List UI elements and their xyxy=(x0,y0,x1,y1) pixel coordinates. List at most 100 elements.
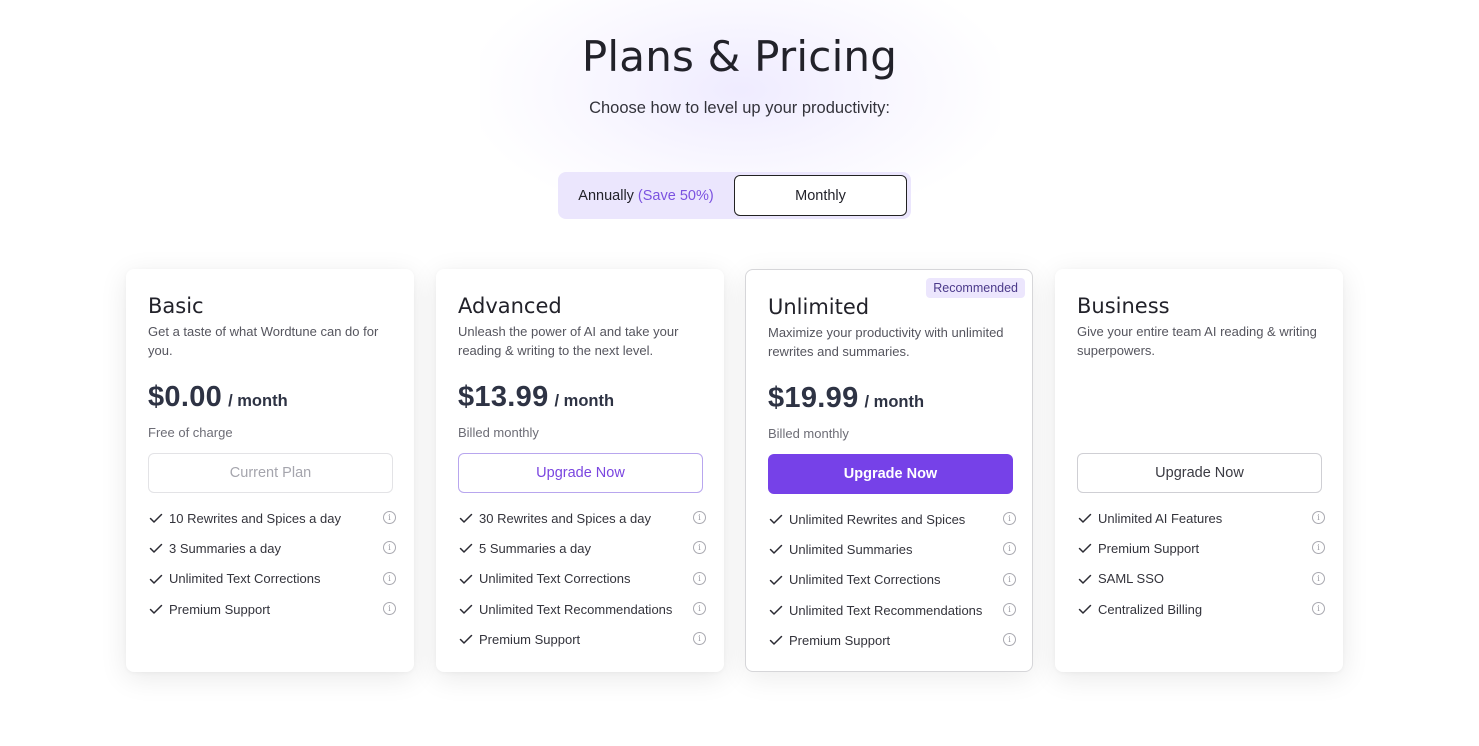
feature-list: Unlimited AI Features i Premium Support i SA… xyxy=(1077,503,1325,624)
info-icon[interactable]: i xyxy=(383,571,396,585)
billing-note: Free of charge xyxy=(148,425,233,440)
info-icon[interactable]: i xyxy=(383,511,396,524)
feature-label: Premium Support xyxy=(1098,540,1200,556)
feature-label: 5 Summaries a day xyxy=(479,540,591,556)
feature-label: Unlimited AI Features xyxy=(1098,510,1223,526)
price-period: / month xyxy=(554,392,615,410)
page-subtitle: Choose how to level up your productivity… xyxy=(589,99,890,117)
billing-note: Billed monthly xyxy=(458,425,539,440)
check-icon xyxy=(459,544,473,554)
price-row: $13.99 / month xyxy=(458,381,614,414)
info-icon[interactable]: i xyxy=(693,541,706,555)
info-icon[interactable]: i xyxy=(1312,571,1325,585)
info-icon[interactable]: i xyxy=(693,632,706,646)
info-icon[interactable]: i xyxy=(1003,572,1016,586)
check-icon xyxy=(149,544,163,554)
info-icon[interactable]: i xyxy=(383,601,396,615)
feature-list: 30 Rewrites and Spices a day i 5 Summaries… xyxy=(458,503,706,654)
feature-label: Unlimited Text Recommendations xyxy=(789,602,983,618)
feature-label: 3 Summaries a day xyxy=(169,540,281,556)
plan-price: $0.00 xyxy=(148,381,223,413)
upgrade-unlimited-button[interactable]: Upgrade Now xyxy=(768,454,1013,494)
feature-item: 3 Summaries a day i xyxy=(148,533,396,563)
info-icon[interactable]: i xyxy=(1003,602,1016,616)
plan-name: Unlimited xyxy=(768,295,870,319)
feature-item: Unlimited AI Features i xyxy=(1077,503,1325,533)
feature-item: Unlimited Text Corrections i xyxy=(768,565,1016,595)
info-icon[interactable]: i xyxy=(1312,511,1325,524)
feature-label: Unlimited Summaries xyxy=(789,541,913,557)
billing-note: Billed monthly xyxy=(768,426,849,441)
check-icon xyxy=(769,605,783,615)
info-icon[interactable]: i xyxy=(693,601,706,615)
plan-description: Maximize your productivity with unlimite… xyxy=(768,325,1004,359)
feature-item: Unlimited Text Corrections i xyxy=(148,564,396,594)
page-title: Plans & Pricing xyxy=(581,32,898,81)
price-period: / month xyxy=(864,393,925,411)
plan-name: Advanced xyxy=(458,294,562,318)
check-icon xyxy=(459,574,473,584)
feature-label: Premium Support xyxy=(169,601,271,617)
check-icon xyxy=(1078,544,1092,554)
check-icon xyxy=(459,604,473,614)
feature-item: Premium Support i xyxy=(768,625,1016,655)
feature-item: Premium Support i xyxy=(1077,533,1325,563)
toggle-monthly[interactable]: Monthly xyxy=(734,175,907,216)
plan-name: Business xyxy=(1077,294,1170,318)
feature-label: 10 Rewrites and Spices a day xyxy=(169,510,341,526)
plan-price: $19.99 xyxy=(768,382,859,414)
feature-item: SAML SSO i xyxy=(1077,564,1325,594)
plan-description: Unleash the power of AI and take your re… xyxy=(458,324,679,358)
feature-label: Unlimited Rewrites and Spices xyxy=(789,511,966,527)
info-icon[interactable]: i xyxy=(1003,633,1016,647)
feature-list: 10 Rewrites and Spices a day i 3 Summaries… xyxy=(148,503,396,624)
plan-name: Basic xyxy=(148,294,204,318)
toggle-annually[interactable]: Annually (Save 50%) xyxy=(558,172,734,219)
feature-item: 10 Rewrites and Spices a day i xyxy=(148,503,396,533)
plan-price: $13.99 xyxy=(458,381,549,413)
feature-item: Unlimited Text Recommendations i xyxy=(458,594,706,624)
check-icon xyxy=(769,575,783,585)
check-icon xyxy=(769,636,783,646)
price-row: $19.99 / month xyxy=(768,382,924,415)
feature-item: Premium Support i xyxy=(458,624,706,654)
feature-label: Unlimited Text Corrections xyxy=(169,571,321,587)
check-icon xyxy=(149,513,163,523)
info-icon[interactable]: i xyxy=(1003,542,1016,556)
plan-description: Get a taste of what Wordtune can do for … xyxy=(148,324,379,358)
monthly-label: Monthly xyxy=(795,187,846,204)
check-icon xyxy=(769,514,783,524)
annual-savings-label: (Save 50%) xyxy=(637,187,714,204)
feature-item: Centralized Billing i xyxy=(1077,594,1325,624)
current-plan-button[interactable]: Current Plan xyxy=(148,453,393,493)
check-icon xyxy=(149,604,163,614)
info-icon[interactable]: i xyxy=(1312,541,1325,555)
recommended-badge: Recommended xyxy=(926,278,1025,298)
annually-label: Annually xyxy=(578,187,634,204)
feature-item: Unlimited Summaries i xyxy=(768,534,1016,564)
info-icon[interactable]: i xyxy=(693,511,706,524)
feature-label: Premium Support xyxy=(789,632,891,648)
price-row: $0.00 / month xyxy=(148,381,288,414)
plan-description: Give your entire team AI reading & writi… xyxy=(1077,324,1317,358)
check-icon xyxy=(1078,574,1092,584)
check-icon xyxy=(149,574,163,584)
upgrade-business-button[interactable]: Upgrade Now xyxy=(1077,453,1322,493)
feature-list: Unlimited Rewrites and Spices i Unlimited … xyxy=(768,504,1016,655)
plan-card-unlimited: Recommended Unlimited Maximize your prod… xyxy=(745,269,1033,672)
feature-label: 30 Rewrites and Spices a day xyxy=(479,510,651,526)
feature-label: Centralized Billing xyxy=(1098,601,1203,617)
info-icon[interactable]: i xyxy=(1003,512,1016,525)
check-icon xyxy=(459,513,473,523)
billing-period-toggle: Annually (Save 50%) Monthly xyxy=(558,172,911,219)
upgrade-advanced-button[interactable]: Upgrade Now xyxy=(458,453,703,493)
feature-label: Unlimited Text Recommendations xyxy=(479,601,673,617)
info-icon[interactable]: i xyxy=(1312,601,1325,615)
feature-item: Unlimited Text Recommendations i xyxy=(768,595,1016,625)
feature-label: SAML SSO xyxy=(1098,571,1164,587)
info-icon[interactable]: i xyxy=(383,541,396,555)
price-period: / month xyxy=(228,392,288,410)
info-icon[interactable]: i xyxy=(693,571,706,585)
check-icon xyxy=(1078,513,1092,523)
check-icon xyxy=(1078,604,1092,614)
